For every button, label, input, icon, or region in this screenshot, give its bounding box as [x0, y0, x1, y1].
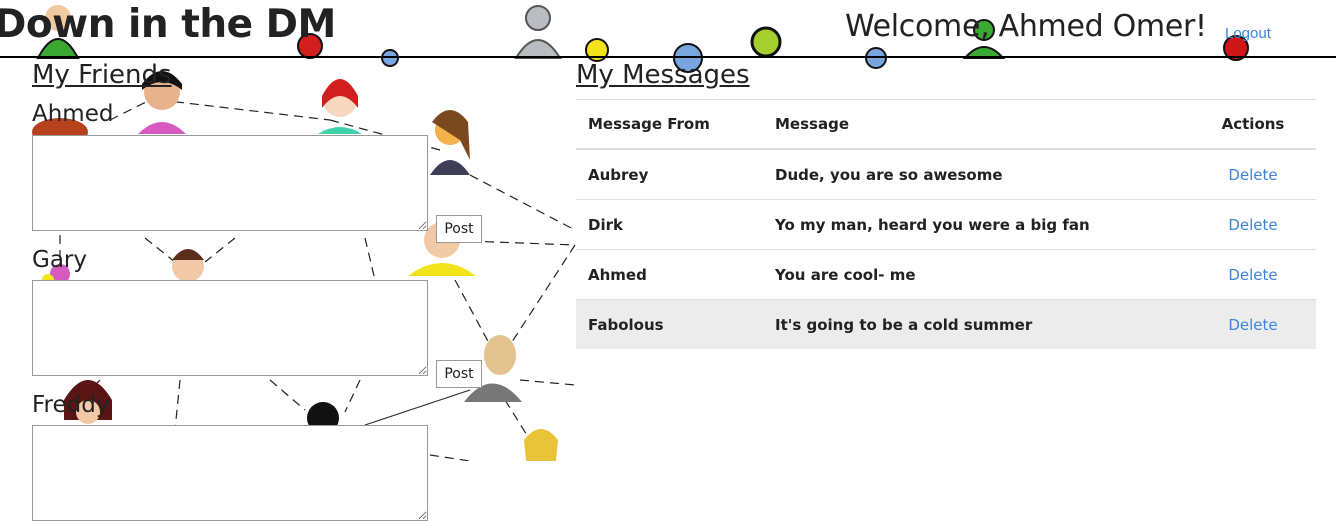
- header-divider: [0, 56, 1336, 58]
- friend-name-ahmed: Ahmed: [32, 101, 114, 127]
- table-row: Aubrey Dude, you are so awesome Delete: [576, 148, 1316, 200]
- table-row: Fabolous It's going to be a cold summer …: [576, 299, 1316, 349]
- message-input-freddy[interactable]: [32, 425, 428, 521]
- message-sender: Fabolous: [576, 299, 763, 349]
- page-header: Down in the DM Welcome, Ahmed Omer! Logo…: [0, 0, 1336, 58]
- table-row: Dirk Yo my man, heard you were a big fan…: [576, 199, 1316, 250]
- message-sender: Ahmed: [576, 249, 763, 300]
- messages-title: My Messages: [576, 60, 750, 90]
- message-text: Dude, you are so awesome: [763, 148, 1190, 200]
- actions-cell: Delete: [1190, 148, 1316, 200]
- post-button-gary[interactable]: Post: [436, 360, 482, 388]
- column-header-message: Message: [763, 99, 1190, 150]
- welcome-message: Welcome, Ahmed Omer!: [845, 9, 1207, 44]
- actions-cell: Delete: [1190, 199, 1316, 250]
- friends-panel: My Friends Ahmed Post Gary Post Freddy: [32, 58, 572, 521]
- actions-cell: Delete: [1190, 249, 1316, 300]
- messages-table: Message From Message Actions Aubrey Dude…: [576, 99, 1316, 349]
- column-header-from: Message From: [576, 99, 763, 150]
- friend-name-freddy: Freddy: [32, 392, 110, 418]
- friends-title: My Friends: [32, 60, 172, 90]
- post-button-ahmed[interactable]: Post: [436, 215, 482, 243]
- actions-cell: Delete: [1190, 299, 1316, 349]
- message-input-gary[interactable]: [32, 280, 428, 376]
- message-input-ahmed[interactable]: [32, 135, 428, 231]
- delete-link[interactable]: Delete: [1228, 266, 1277, 284]
- delete-link[interactable]: Delete: [1228, 316, 1277, 334]
- message-sender: Dirk: [576, 199, 763, 250]
- friend-name-gary: Gary: [32, 247, 87, 273]
- message-sender: Aubrey: [576, 148, 763, 200]
- message-text: Yo my man, heard you were a big fan: [763, 199, 1190, 250]
- logout-link[interactable]: Logout: [1225, 25, 1271, 42]
- message-text: It's going to be a cold summer: [763, 299, 1190, 349]
- site-title: Down in the DM: [0, 2, 336, 47]
- table-row: Ahmed You are cool- me Delete: [576, 249, 1316, 300]
- message-text: You are cool- me: [763, 249, 1190, 300]
- delete-link[interactable]: Delete: [1228, 216, 1277, 234]
- column-header-actions: Actions: [1190, 99, 1316, 150]
- table-header-row: Message From Message Actions: [576, 99, 1316, 150]
- delete-link[interactable]: Delete: [1228, 166, 1277, 184]
